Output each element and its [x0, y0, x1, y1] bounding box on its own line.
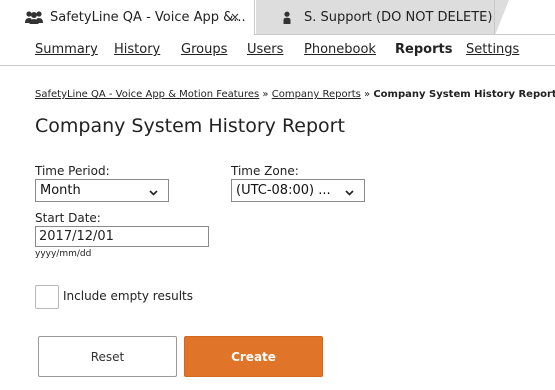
person-icon: [282, 11, 292, 25]
page-title: Company System History Report: [35, 115, 345, 137]
breadcrumb-separator: »: [259, 89, 272, 100]
include-empty-label: Include empty results: [63, 289, 194, 303]
nav-summary[interactable]: Summary: [35, 42, 98, 57]
include-empty-checkbox[interactable]: [35, 285, 59, 309]
time-zone-value: (UTC-08:00) ...: [236, 183, 331, 198]
start-date-input[interactable]: 2017/12/01: [35, 226, 209, 247]
time-period-select[interactable]: Month: [35, 179, 169, 202]
breadcrumb: SafetyLine QA - Voice App & Motion Featu…: [35, 89, 555, 100]
chevron-down-icon: [345, 186, 354, 196]
chevron-down-icon: [149, 186, 158, 196]
tab-safetyline-qa[interactable]: SafetyLine QA - Voice App &... ×: [0, 0, 255, 35]
breadcrumb-separator: »: [360, 89, 374, 100]
reset-button[interactable]: Reset: [38, 336, 177, 377]
breadcrumb-link-company-reports[interactable]: Company Reports: [272, 89, 361, 100]
create-button[interactable]: Create: [184, 336, 323, 377]
time-zone-select[interactable]: (UTC-08:00) ...: [231, 179, 365, 202]
nav-users[interactable]: Users: [247, 42, 283, 57]
breadcrumb-current: Company System History Report: [373, 89, 555, 100]
time-period-label: Time Period:: [35, 164, 110, 178]
nav-phonebook[interactable]: Phonebook: [304, 42, 376, 57]
time-period-value: Month: [40, 183, 81, 198]
start-date-label: Start Date:: [35, 211, 101, 225]
tab-label: S. Support (DO NOT DELETE): [304, 10, 493, 25]
date-format-hint: yyyy/mm/dd: [35, 249, 92, 259]
tab-s-support[interactable]: S. Support (DO NOT DELETE): [256, 0, 509, 35]
secondary-nav: Summary History Groups Users Phonebook R…: [0, 35, 555, 66]
tab-strip: SafetyLine QA - Voice App &... × S. Supp…: [0, 0, 555, 35]
close-icon[interactable]: ×: [228, 10, 242, 24]
breadcrumb-link-company[interactable]: SafetyLine QA - Voice App & Motion Featu…: [35, 89, 259, 100]
tab-label: SafetyLine QA - Voice App &...: [50, 10, 246, 25]
nav-history[interactable]: History: [114, 42, 160, 57]
nav-reports[interactable]: Reports: [395, 42, 452, 57]
nav-settings[interactable]: Settings: [466, 42, 519, 57]
time-zone-label: Time Zone:: [231, 164, 299, 178]
people-group-icon: [24, 10, 44, 26]
nav-groups[interactable]: Groups: [181, 42, 227, 57]
